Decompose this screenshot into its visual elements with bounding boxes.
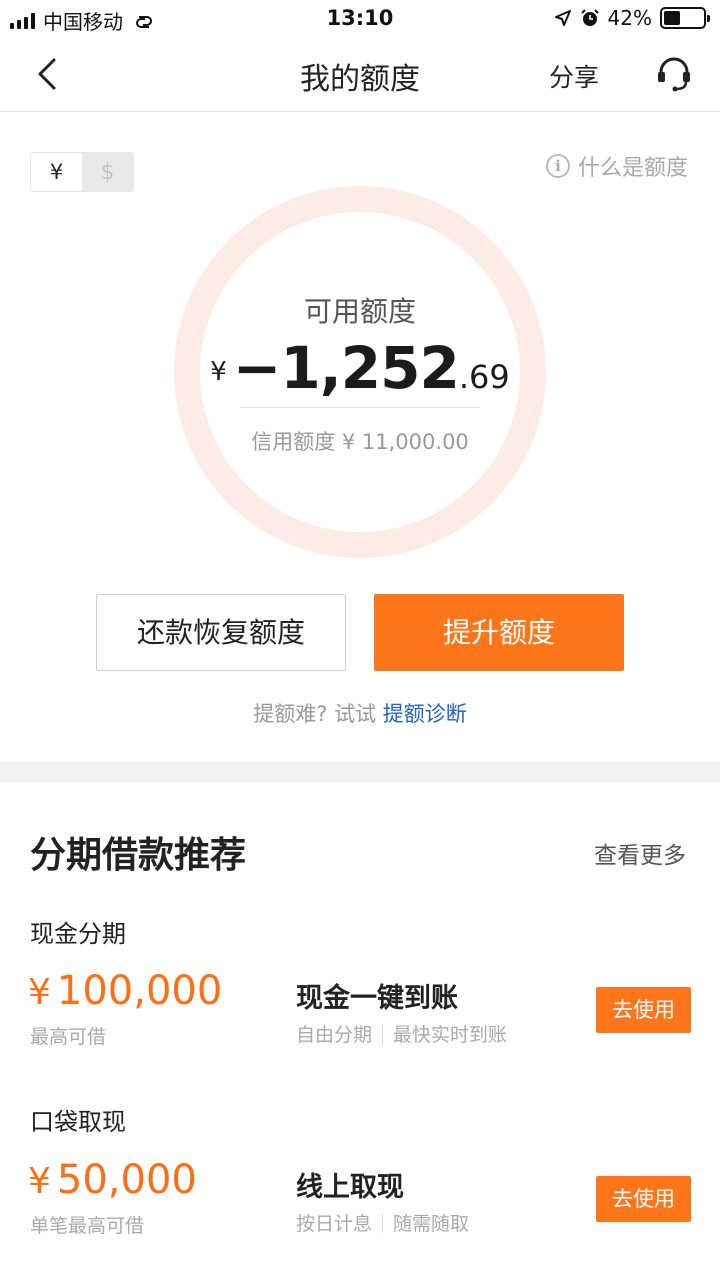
raise-tip: 提额难? 试试 提额诊断: [0, 698, 720, 728]
tag-separator: [382, 1023, 384, 1044]
amount-value: 50,000: [56, 1157, 197, 1203]
status-right: 42%: [554, 6, 710, 30]
recommend-category: 口袋取现: [30, 1108, 126, 1136]
amount-currency: ¥: [28, 1161, 51, 1202]
battery-level: [664, 11, 680, 25]
nav-bar: 我的额度 分享: [0, 38, 720, 112]
page-title: 我的额度: [300, 62, 420, 97]
product-tag: 自由分期: [296, 1024, 373, 1046]
what-is-credit-link[interactable]: i 什么是额度: [546, 150, 688, 182]
amount-value: 100,000: [56, 968, 223, 1014]
credit-limit-text: 信用额度 ¥ 11,000.00: [251, 430, 469, 454]
amount-divider: [240, 407, 480, 408]
product-name: 线上取现: [296, 1172, 404, 1203]
info-icon: i: [546, 154, 570, 178]
battery-icon: [660, 7, 710, 29]
amount-currency: ¥: [28, 972, 51, 1013]
amount-main: −1,252: [232, 334, 460, 402]
use-button[interactable]: 去使用: [596, 1176, 691, 1222]
amount-decimal: .69: [458, 358, 510, 396]
raise-tip-text: 提额难? 试试: [253, 702, 383, 726]
product-tag: 最快实时到账: [393, 1024, 508, 1046]
raise-limit-button[interactable]: 提升额度: [374, 594, 624, 671]
repay-restore-button[interactable]: 还款恢复额度: [96, 594, 346, 671]
tag-separator: [382, 1212, 384, 1233]
product-name: 现金一键到账: [296, 983, 458, 1014]
product-tags: 自由分期 最快实时到账: [296, 1020, 507, 1047]
share-button[interactable]: 分享: [549, 58, 599, 94]
max-amount: ¥100,000: [28, 968, 222, 1014]
amount-sub-label: 单笔最高可借: [30, 1215, 145, 1237]
section-divider: [0, 762, 720, 782]
what-is-credit-label: 什么是额度: [578, 156, 689, 181]
available-credit-amount: ¥ −1,252.69: [0, 334, 720, 402]
product-tag: 按日计息: [296, 1213, 373, 1235]
product-tag: 随需随取: [393, 1213, 470, 1235]
use-button[interactable]: 去使用: [596, 987, 691, 1033]
max-amount: ¥50,000: [28, 1157, 197, 1203]
product-tags: 按日计息 随需随取: [296, 1209, 469, 1236]
currency-symbol: ¥: [210, 357, 227, 387]
recommend-category: 现金分期: [30, 920, 126, 948]
view-more-link[interactable]: 查看更多: [594, 836, 686, 870]
customer-service-icon[interactable]: [654, 54, 694, 94]
raise-diagnosis-link[interactable]: 提额诊断: [383, 702, 467, 726]
currency-usd-button[interactable]: $: [82, 153, 133, 191]
battery-percent: 42%: [607, 6, 652, 30]
status-bar: 中国移动 13:10 42%: [0, 0, 720, 38]
location-arrow-icon: [554, 10, 571, 26]
available-credit-label: 可用额度: [303, 295, 416, 328]
currency-cny-button[interactable]: ¥: [31, 153, 82, 191]
recommend-title: 分期借款推荐: [30, 835, 247, 876]
amount-sub-label: 最高可借: [30, 1026, 107, 1048]
alarm-icon: [580, 9, 599, 26]
currency-toggle: ¥ $: [30, 152, 134, 192]
